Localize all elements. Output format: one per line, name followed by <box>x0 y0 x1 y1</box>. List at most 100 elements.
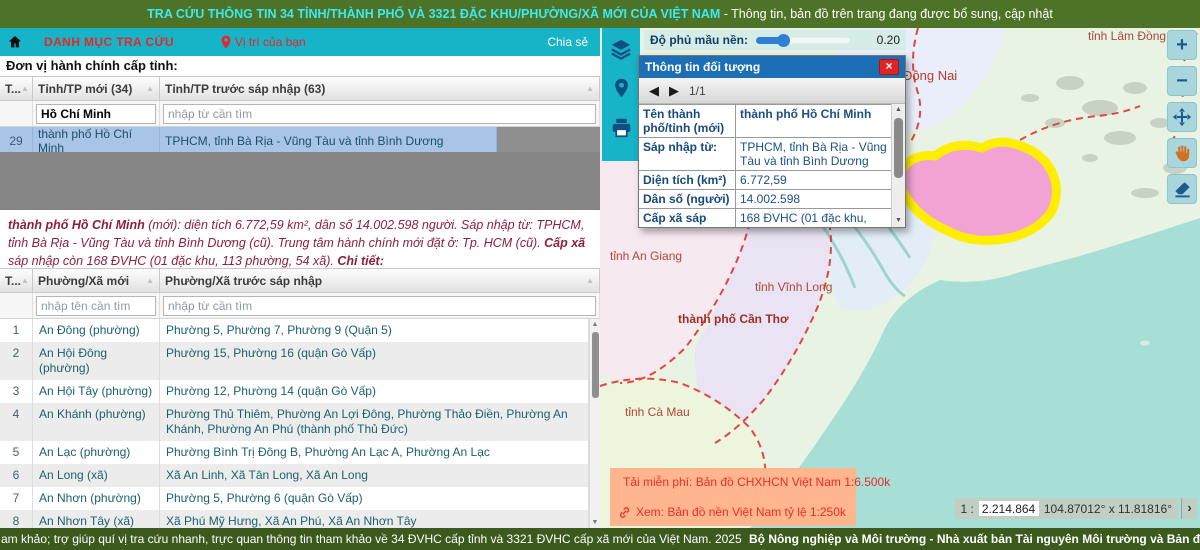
row-old-ward: Phường 12, Phường 14 (quận Gò Vấp) <box>160 380 589 403</box>
scroll-up-icon[interactable]: ▲ <box>892 104 905 116</box>
row-new-ward: An Nhơn (phường) <box>33 487 160 510</box>
close-icon[interactable]: × <box>879 59 899 75</box>
share-button[interactable]: Chia sẻ <box>547 35 588 49</box>
basemap-opacity-bar: Độ phủ mầu nền: 0.20 <box>644 30 906 50</box>
next-icon[interactable]: ▶ <box>669 84 679 97</box>
table-row[interactable]: 8An Nhơn Tây (xã)Xã Phú Mỹ Hưng, Xã An P… <box>0 510 589 528</box>
attr-label: Cấp xã sáp nhập còn: <box>639 209 736 227</box>
attr-label: Dân số (người) <box>639 190 736 208</box>
scale-input[interactable] <box>979 501 1039 516</box>
map-tool-strip <box>602 28 640 161</box>
page-title: TRA CỨU THÔNG TIN 34 TỈNH/THÀNH PHỐ VÀ 3… <box>147 7 720 21</box>
map-panel[interactable]: tỉnh Lâm Đồng Đồng Nai tỉnh An Giang tỉn… <box>600 28 1200 528</box>
ward-table-body: 1An Đông (phường)Phường 5, Phường 7, Phư… <box>0 319 589 528</box>
small-island <box>1140 341 1150 346</box>
popup-scrollbar[interactable]: ▲ ▼ <box>891 104 905 227</box>
printer-icon <box>611 117 632 138</box>
layers-button[interactable] <box>608 36 634 62</box>
nav-your-location[interactable]: Vị trí của bạn <box>220 35 306 49</box>
ward-old-filter-input[interactable] <box>163 296 596 316</box>
row-new-ward: An Đông (phường) <box>33 319 160 342</box>
slider-thumb[interactable] <box>777 34 790 47</box>
locate-button[interactable] <box>608 75 634 101</box>
column-header-new-province[interactable]: Tỉnh/TP mới (34)▲ <box>33 76 160 101</box>
attr-label: Sáp nhập từ: <box>639 138 736 170</box>
sort-icon: ▲ <box>146 84 154 93</box>
row-new-ward: An Lạc (phường) <box>33 441 160 464</box>
sort-icon: ▲ <box>586 84 594 93</box>
table-row[interactable]: 1An Đông (phường)Phường 5, Phường 7, Phư… <box>0 319 589 342</box>
row-new-ward: An Nhơn Tây (xã) <box>33 510 160 528</box>
row-index: 29 <box>0 127 33 155</box>
scale-coordinates-bar: 1 : 104.87012° x 11.81816° <box>955 498 1179 519</box>
footer-organization: Bộ Nông nghiệp và Môi trường - Nhà xuất … <box>749 532 1200 546</box>
scroll-down-icon[interactable]: ▼ <box>590 517 600 528</box>
attr-label: Tên thành phố/tỉnh (mới) <box>639 105 736 137</box>
left-panel: DANH MỤC TRA CỨU Vị trí của bạn Chia sẻ … <box>0 28 600 528</box>
table-row[interactable]: 5An Lạc (phường)Phường Bình Trị Đông B, … <box>0 441 589 464</box>
column-header-index[interactable]: T...▲ <box>0 76 33 101</box>
home-button[interactable] <box>0 28 30 56</box>
location-pin-icon <box>613 78 630 98</box>
province-description: thành phố Hồ Chí Minh (mới): diện tích 6… <box>0 210 600 268</box>
map-label-ca-mau: tỉnh Cà Mau <box>625 405 690 419</box>
popup-title-bar[interactable]: Thông tin đối tượng × <box>639 56 905 78</box>
ward-table-header: T...▲ Phường/Xã mới▲ Phường/Xã trước sáp… <box>0 268 600 293</box>
map-label-lam-dong: tỉnh Lâm Đồng <box>1088 29 1166 43</box>
popup-body: Tên thành phố/tỉnh (mới)thành phố Hồ Chí… <box>639 104 905 227</box>
popup-pager: ◀ ▶ 1/1 <box>639 78 905 104</box>
row-index: 8 <box>0 510 33 528</box>
row-index: 4 <box>0 403 33 441</box>
nav-menu-catalog[interactable]: DANH MỤC TRA CỨU <box>44 35 174 49</box>
prev-icon[interactable]: ◀ <box>649 84 659 97</box>
empty-grid-area <box>0 152 600 210</box>
download-map-link[interactable]: Tải miễn phí: Bản đồ CHXHCN Việt Nam 1:6… <box>618 475 848 489</box>
province-old-filter-input[interactable] <box>163 104 596 124</box>
opacity-slider[interactable] <box>756 37 851 44</box>
hand-icon <box>1173 144 1191 162</box>
column-header-old-province[interactable]: Tỉnh/TP trước sáp nhập (63)▲ <box>160 76 600 101</box>
top-title-bar: TRA CỨU THÔNG TIN 34 TỈNH/THÀNH PHỐ VÀ 3… <box>0 0 1200 28</box>
ward-table-scrollbar[interactable]: ▲ ▼ <box>589 319 600 528</box>
zoom-in-button[interactable]: + <box>1167 30 1197 60</box>
map-label-vinh-long: tỉnh Vĩnh Long <box>755 280 832 294</box>
column-header-old-ward[interactable]: Phường/Xã trước sáp nhập▲ <box>160 268 600 293</box>
pan-hand-button[interactable] <box>1167 138 1197 168</box>
scale-expand-button[interactable]: › <box>1181 498 1197 519</box>
sort-icon: ▲ <box>21 84 29 93</box>
table-row[interactable]: 4An Khánh (phường)Phường Thủ Thiêm, Phườ… <box>0 403 589 441</box>
table-row[interactable]: 2An Hội Đông (phường)Phường 15, Phường 1… <box>0 342 589 380</box>
erase-button[interactable] <box>1167 174 1197 204</box>
attr-value: thành phố Hồ Chí Minh <box>736 105 892 137</box>
footer-status-bar: am khảo; trợ giúp quí vị tra cứu nhanh, … <box>0 528 1200 550</box>
scroll-down-icon[interactable]: ▼ <box>892 215 905 227</box>
attr-label: Diện tích (km²) <box>639 171 736 189</box>
app-window: TRA CỨU THÔNG TIN 34 TỈNH/THÀNH PHỐ VÀ 3… <box>0 0 1200 550</box>
popup-title: Thông tin đối tượng <box>645 60 760 74</box>
scroll-up-icon[interactable]: ▲ <box>590 319 600 330</box>
row-old-ward: Phường 15, Phường 16 (quận Gò Vấp) <box>160 342 589 380</box>
pan-button[interactable] <box>1167 102 1197 132</box>
cursor-coordinates: 104.87012° x 11.81816° <box>1044 502 1172 516</box>
scrollbar-thumb[interactable] <box>592 332 599 398</box>
sort-icon: ▲ <box>146 276 154 285</box>
column-header-new-ward[interactable]: Phường/Xã mới▲ <box>33 268 160 293</box>
ward-new-filter-input[interactable] <box>36 296 156 316</box>
view-basemap-link[interactable]: Xem: Bản đồ nền Việt Nam tỷ lệ 1:250k <box>618 505 848 519</box>
province-filter-row <box>0 101 600 127</box>
opacity-value: 0.20 <box>877 33 900 47</box>
popup-attribute-table: Tên thành phố/tỉnh (mới)thành phố Hồ Chí… <box>639 104 892 227</box>
province-new-filter-input[interactable] <box>36 104 156 124</box>
table-row[interactable]: 3An Hội Tây (phường)Phường 12, Phường 14… <box>0 380 589 403</box>
scrollbar-thumb[interactable] <box>894 118 903 178</box>
feature-info-popup: Thông tin đối tượng × ◀ ▶ 1/1 Tên thành … <box>638 55 906 228</box>
column-header-index[interactable]: T...▲ <box>0 268 33 293</box>
table-row-selected[interactable]: 29 thành phố Hồ Chí Minh TPHCM, tỉnh Bà … <box>0 127 497 152</box>
zoom-out-button[interactable]: − <box>1167 66 1197 96</box>
row-new-ward: An Hội Tây (phường) <box>33 380 160 403</box>
table-row[interactable]: 7An Nhơn (phường)Phường 5, Phường 6 (quậ… <box>0 487 589 510</box>
attr-value: 168 ĐVHC (01 đặc khu, 113 phường, 54 xã) <box>736 209 892 227</box>
attr-value: 14.002.598 <box>736 190 892 208</box>
print-button[interactable] <box>608 114 634 140</box>
table-row[interactable]: 6An Long (xã)Xã An Linh, Xã Tân Long, Xã… <box>0 464 589 487</box>
